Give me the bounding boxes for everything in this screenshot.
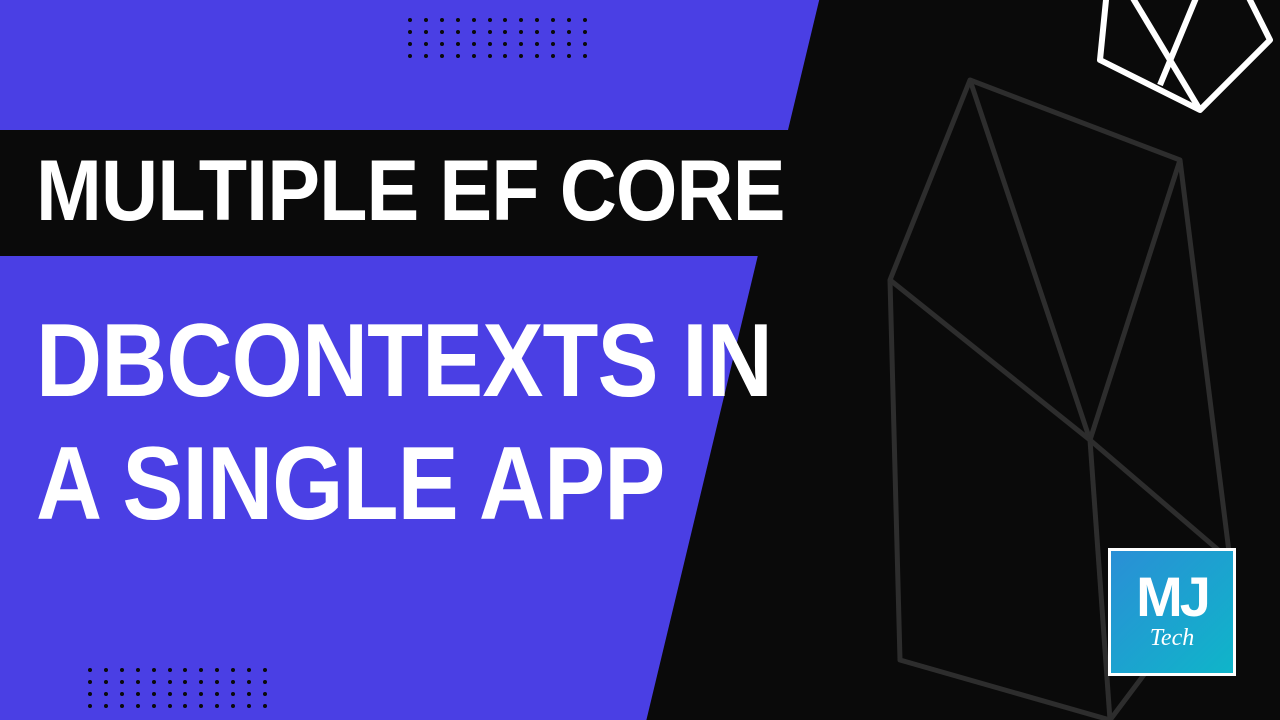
logo-initials: MJ	[1136, 572, 1208, 622]
dot-pattern-bottom	[88, 668, 268, 708]
title-box: MULTIPLE EF CORE	[0, 130, 886, 256]
title-line-1: MULTIPLE EF CORE	[36, 148, 785, 234]
subtitle: DBCONTEXTS IN A SINGLE APP	[36, 300, 872, 545]
dot-pattern-top	[408, 18, 588, 58]
subtitle-line-2: A SINGLE APP	[36, 423, 772, 546]
mj-tech-logo: MJ Tech	[1108, 548, 1236, 676]
subtitle-line-1: DBCONTEXTS IN	[36, 300, 772, 423]
logo-label: Tech	[1150, 625, 1194, 652]
